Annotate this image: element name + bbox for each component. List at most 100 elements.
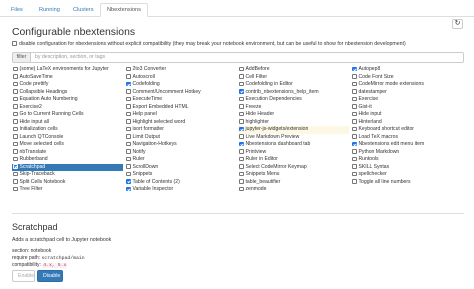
extension-item[interactable]: spellchecker (351, 171, 462, 179)
extension-item[interactable]: Split Cells Notebook (12, 179, 123, 187)
extension-checkbox[interactable] (13, 134, 18, 139)
extension-checkbox[interactable] (352, 104, 357, 109)
extension-checkbox[interactable] (239, 74, 244, 79)
extension-checkbox[interactable] (352, 149, 357, 154)
extension-checkbox[interactable] (239, 179, 244, 184)
extension-item[interactable]: Snippets Menu (238, 171, 349, 179)
extension-checkbox[interactable] (126, 186, 131, 191)
extension-checkbox[interactable] (239, 149, 244, 154)
extension-checkbox[interactable] (13, 171, 18, 176)
tab-nbextensions[interactable]: Nbextensions (100, 3, 148, 17)
extension-checkbox[interactable] (126, 149, 131, 154)
extension-checkbox[interactable] (239, 171, 244, 176)
extension-checkbox[interactable] (352, 66, 357, 71)
extension-checkbox[interactable] (352, 119, 357, 124)
extension-item[interactable]: Autopep8 (351, 66, 462, 74)
extension-item[interactable]: Ruler (125, 156, 236, 164)
extension-checkbox[interactable] (239, 119, 244, 124)
extension-item[interactable]: ScrollDown (125, 164, 236, 172)
extension-item[interactable]: Launch QTConsole (12, 134, 123, 142)
extension-item[interactable]: Highlight selected word (125, 119, 236, 127)
extension-checkbox[interactable] (13, 119, 18, 124)
extension-checkbox[interactable] (126, 141, 131, 146)
extension-item[interactable]: Table of Contents (2) (125, 179, 236, 187)
extension-checkbox[interactable] (126, 89, 131, 94)
extension-item[interactable]: contrib_nbextensions_help_item (238, 89, 349, 97)
extension-item[interactable]: (some) LaTeX environments for Jupyter (12, 66, 123, 74)
extension-checkbox[interactable] (239, 81, 244, 86)
extension-item[interactable]: Live Markdown Preview (238, 134, 349, 142)
extension-item[interactable]: Exercise (351, 96, 462, 104)
extension-checkbox[interactable] (239, 66, 244, 71)
extension-item[interactable]: Hinterland (351, 119, 462, 127)
extension-item[interactable]: Printview (238, 149, 349, 157)
extension-item[interactable]: Move selected cells (12, 141, 123, 149)
extension-checkbox[interactable] (126, 179, 131, 184)
extension-item[interactable]: Freeze (238, 104, 349, 112)
extension-item[interactable]: jupyter-js-widgets/extension (238, 126, 349, 134)
extension-checkbox[interactable] (352, 134, 357, 139)
extension-item[interactable]: Comment/Uncomment Hotkey (125, 89, 236, 97)
extension-item[interactable]: AutoSaveTime (12, 74, 123, 82)
extension-item[interactable]: Nbextensions edit menu item (351, 141, 462, 149)
extension-checkbox[interactable] (13, 66, 18, 71)
extension-item[interactable]: Autoscroll (125, 74, 236, 82)
extension-item[interactable]: Navigation-Hotkeys (125, 141, 236, 149)
extension-checkbox[interactable] (13, 149, 18, 154)
tab-clusters[interactable]: Clusters (66, 3, 101, 17)
extension-checkbox[interactable] (352, 111, 357, 116)
extension-checkbox[interactable] (126, 111, 131, 116)
extension-checkbox[interactable] (352, 96, 357, 101)
extension-item[interactable]: Help panel (125, 111, 236, 119)
extension-checkbox[interactable] (13, 156, 18, 161)
extension-checkbox[interactable] (13, 111, 18, 116)
extension-item[interactable]: 2to3 Converter (125, 66, 236, 74)
extension-item[interactable]: CodeMirror mode extensions (351, 81, 462, 89)
extension-item[interactable]: Runtools (351, 156, 462, 164)
extension-checkbox[interactable] (126, 164, 131, 169)
extension-checkbox[interactable] (13, 126, 18, 131)
extension-item[interactable]: Keyboard shortcut editor (351, 126, 462, 134)
extension-checkbox[interactable] (126, 156, 131, 161)
extension-checkbox[interactable] (352, 141, 357, 146)
extension-item[interactable]: Limit Output (125, 134, 236, 142)
extension-item[interactable]: Execution Dependencies (238, 96, 349, 104)
extension-item[interactable]: Code Font Size (351, 74, 462, 82)
filter-input[interactable]: by description, section, or tags (35, 53, 105, 62)
extension-checkbox[interactable] (239, 96, 244, 101)
extension-checkbox[interactable] (239, 164, 244, 169)
extension-checkbox[interactable] (239, 104, 244, 109)
extension-item[interactable]: Exercise2 (12, 104, 123, 112)
extension-item[interactable]: Gist-it (351, 104, 462, 112)
extension-item[interactable]: Codefolding in Editor (238, 81, 349, 89)
extension-item[interactable]: Toggle all line numbers (351, 179, 462, 187)
extension-checkbox[interactable] (239, 156, 244, 161)
extension-item[interactable]: table_beautifier (238, 179, 349, 187)
extension-item[interactable]: Hide input (351, 111, 462, 119)
extension-checkbox[interactable] (352, 81, 357, 86)
extension-item[interactable]: Code prettify (12, 81, 123, 89)
extension-item[interactable]: SKILL Syntax (351, 164, 462, 172)
extension-item[interactable]: zenmode (238, 186, 349, 194)
extension-checkbox[interactable] (13, 179, 18, 184)
extension-checkbox[interactable] (352, 74, 357, 79)
extension-checkbox[interactable] (352, 126, 357, 131)
extension-item[interactable]: highlighter (238, 119, 349, 127)
extension-item[interactable]: Ruler in Editor (238, 156, 349, 164)
extension-checkbox[interactable] (126, 171, 131, 176)
extension-checkbox[interactable] (13, 89, 18, 94)
extension-checkbox[interactable] (13, 104, 18, 109)
extension-item[interactable]: Scratchpad (12, 163, 123, 171)
enable-button[interactable]: Enable (12, 270, 35, 282)
extension-checkbox[interactable] (13, 186, 18, 191)
extension-item[interactable]: Tree Filter (12, 186, 123, 194)
extension-checkbox[interactable] (352, 156, 357, 161)
disable-button[interactable]: Disable (37, 270, 63, 282)
extension-item[interactable]: Hide input all (12, 119, 123, 127)
extension-checkbox[interactable] (239, 134, 244, 139)
extension-checkbox[interactable] (352, 179, 357, 184)
extension-item[interactable]: Variable Inspector (125, 186, 236, 194)
extension-item[interactable]: AddBefore (238, 66, 349, 74)
extension-item[interactable]: Nbextensions dashboard tab (238, 141, 349, 149)
reload-button[interactable]: ↻ (452, 19, 463, 29)
